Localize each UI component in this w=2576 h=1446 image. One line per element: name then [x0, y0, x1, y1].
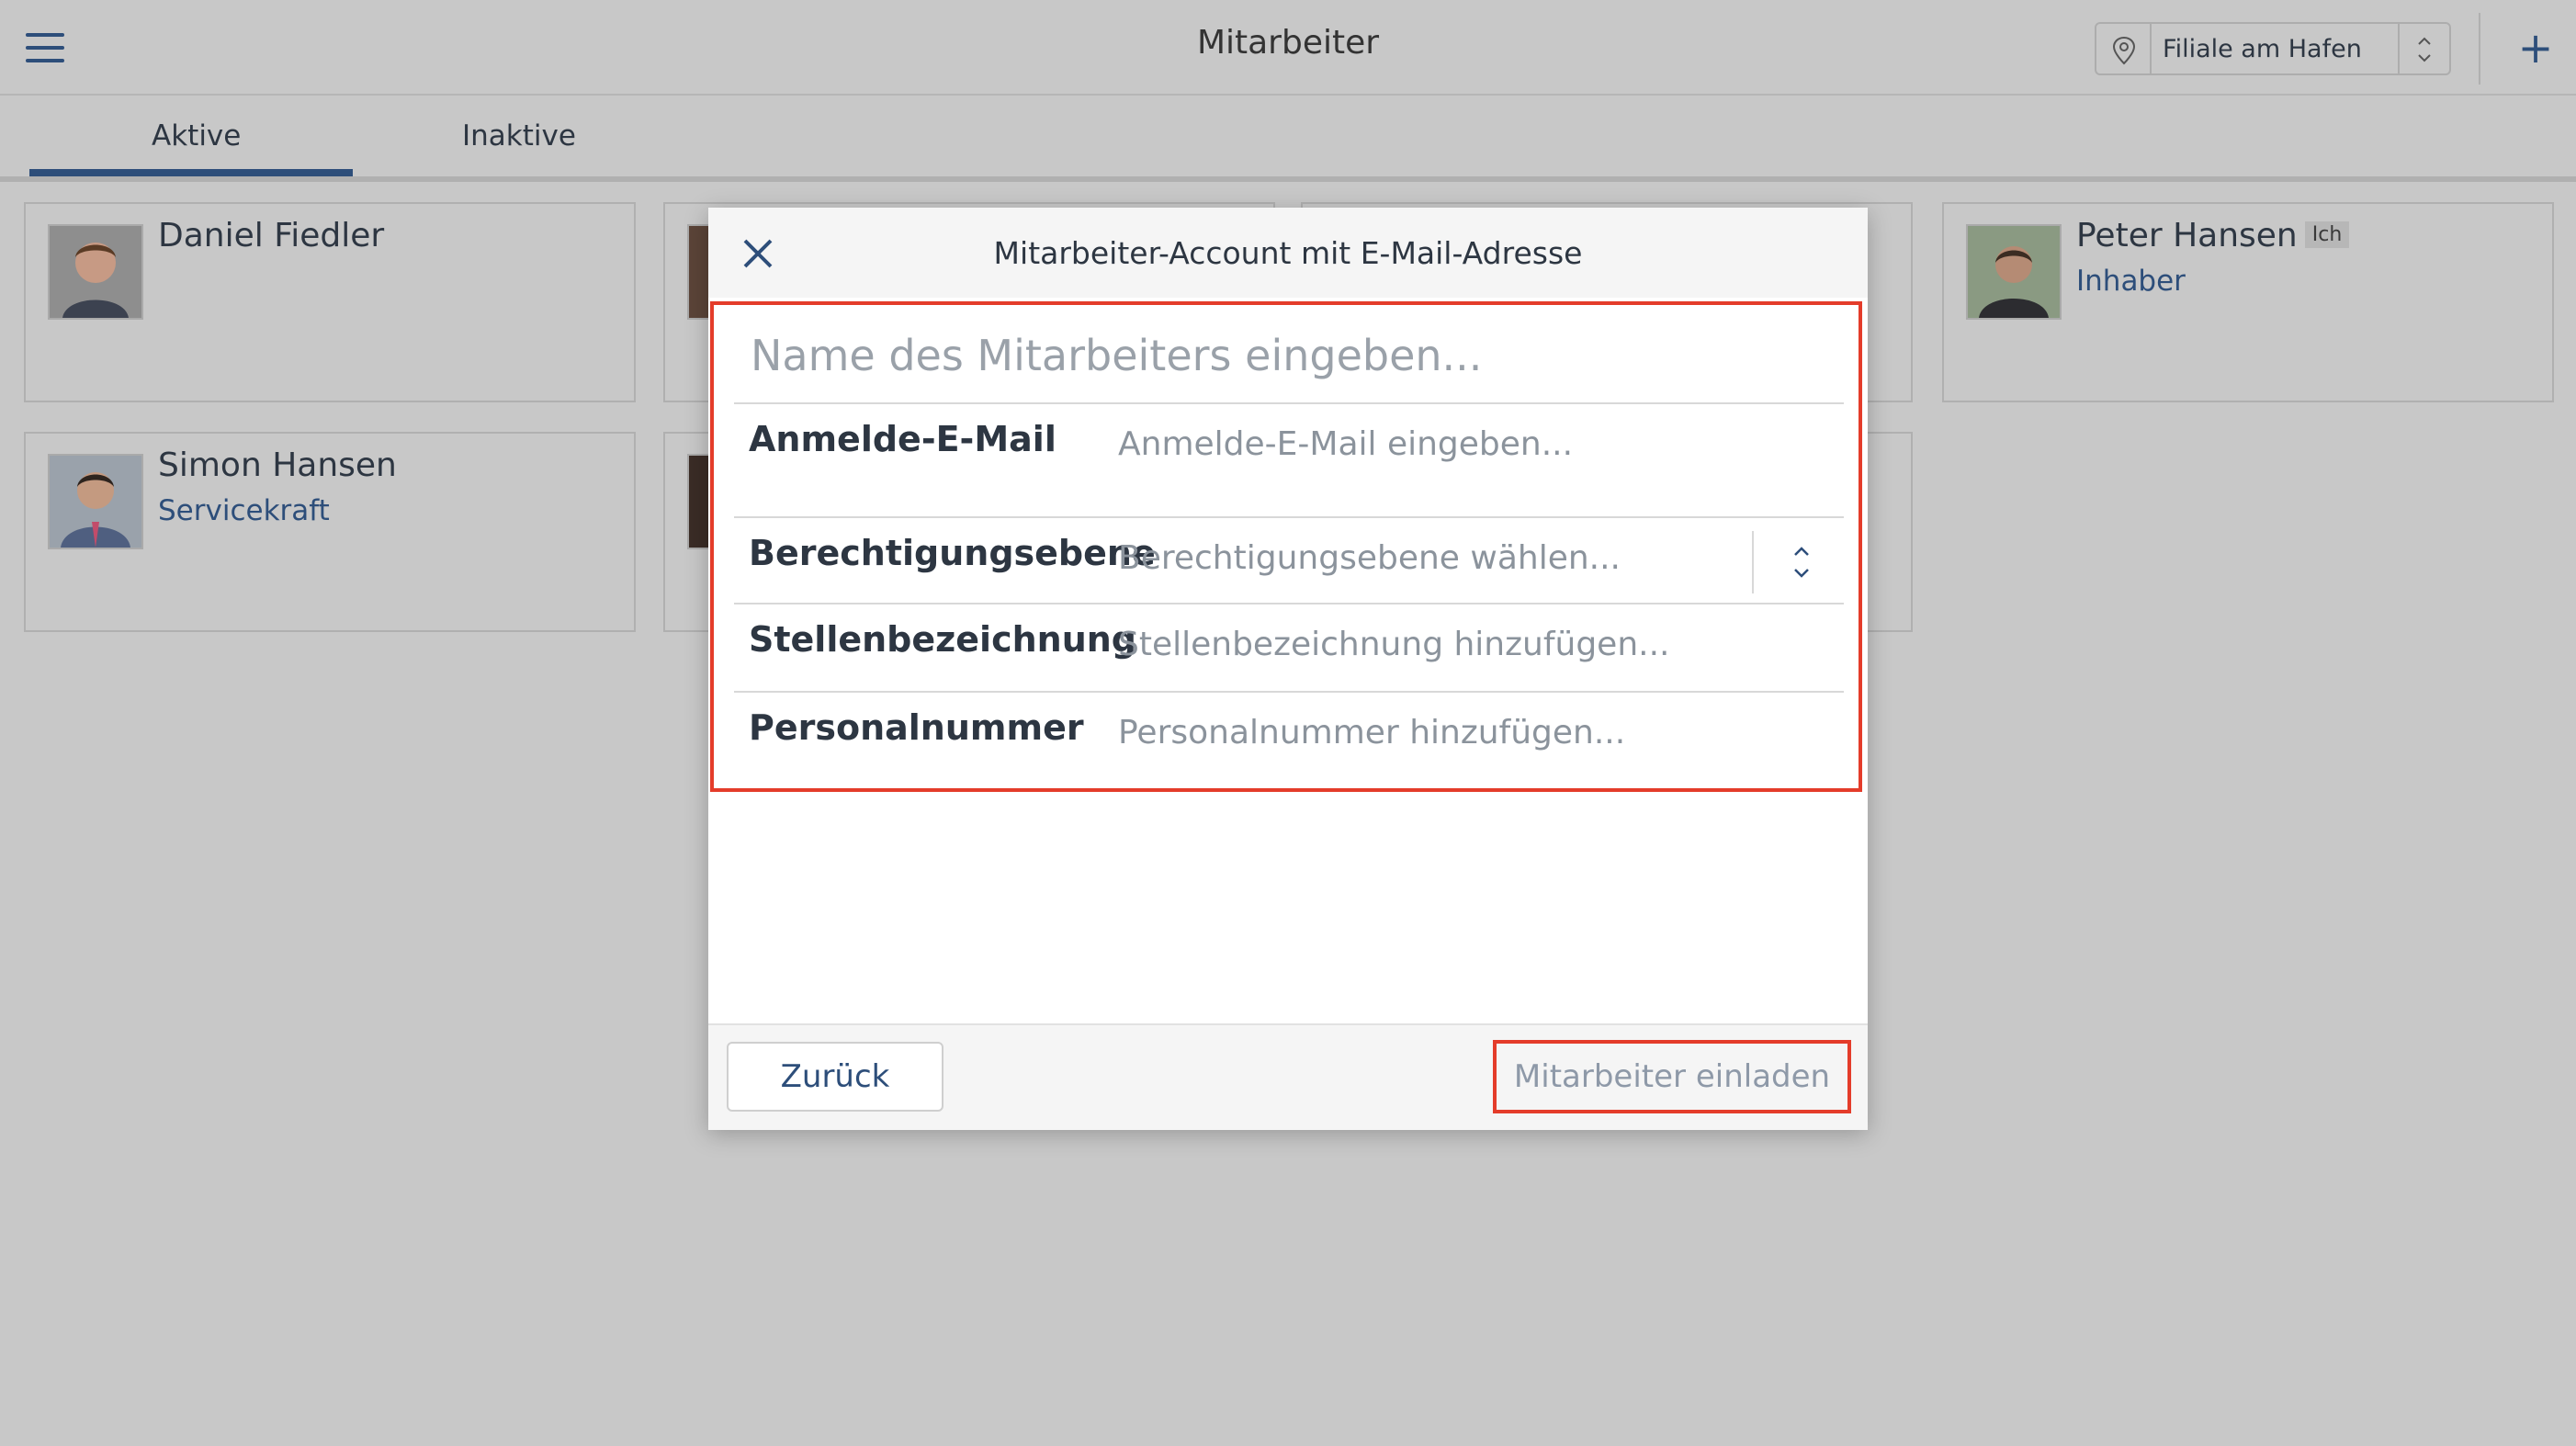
dialog-title: Mitarbeiter-Account mit E-Mail-Adresse: [993, 235, 1583, 271]
active-tab-indicator: [29, 169, 353, 176]
avatar: [48, 454, 143, 549]
job-title-label: Stellenbezeichnung: [749, 619, 1137, 660]
location-pin-icon: [2112, 36, 2136, 65]
permission-level-label: Berechtigungsebene: [749, 533, 1156, 573]
chevron-up-down-icon: [2418, 37, 2431, 62]
login-email-input[interactable]: [1116, 419, 1763, 469]
employee-name: Peter Hansen Ich: [2076, 217, 2350, 254]
avatar: [48, 224, 143, 320]
employee-name: Daniel Fiedler: [158, 217, 385, 254]
employee-role: Servicekraft: [158, 494, 330, 527]
personnel-number-input[interactable]: [1116, 707, 1763, 757]
dialog-footer: Zurück Mitarbeiter einladen: [708, 1023, 1868, 1130]
avatar: [1966, 224, 2062, 320]
tab-aktive[interactable]: Aktive: [152, 119, 241, 153]
location-selector[interactable]: Filiale am Hafen: [2095, 22, 2451, 75]
back-button[interactable]: Zurück: [727, 1042, 943, 1112]
employee-form: Anmelde-E-Mail Berechtigungsebene Stelle…: [710, 301, 1862, 792]
tab-inaktive[interactable]: Inaktive: [462, 119, 576, 153]
status-tabs: Aktive Inaktive: [0, 96, 2576, 182]
employee-name-input[interactable]: [749, 327, 1809, 384]
top-bar: Mitarbeiter Filiale am Hafen +: [0, 0, 2576, 96]
employee-card[interactable]: Peter Hansen Ich Inhaber: [1942, 202, 2554, 402]
employee-role: Inhaber: [2076, 265, 2186, 298]
invite-employee-button[interactable]: Mitarbeiter einladen: [1493, 1040, 1851, 1113]
me-badge: Ich: [2304, 221, 2350, 248]
location-label: Filiale am Hafen: [2163, 35, 2362, 63]
dialog-header: Mitarbeiter-Account mit E-Mail-Adresse: [708, 208, 1868, 298]
permission-level-select[interactable]: [1116, 533, 1708, 582]
personnel-number-label: Personalnummer: [749, 707, 1084, 748]
employee-card[interactable]: Simon Hansen Servicekraft: [24, 432, 636, 632]
employee-name-text: Peter Hansen: [2076, 217, 2298, 254]
employee-name: Simon Hansen: [158, 446, 397, 484]
employee-card[interactable]: Daniel Fiedler: [24, 202, 636, 402]
job-title-input[interactable]: [1116, 619, 1763, 669]
add-icon[interactable]: +: [2514, 22, 2558, 73]
login-email-label: Anmelde-E-Mail: [749, 419, 1056, 459]
chevron-up-down-icon[interactable]: [1789, 542, 1814, 582]
invite-employee-dialog: Mitarbeiter-Account mit E-Mail-Adresse A…: [708, 208, 1868, 1130]
